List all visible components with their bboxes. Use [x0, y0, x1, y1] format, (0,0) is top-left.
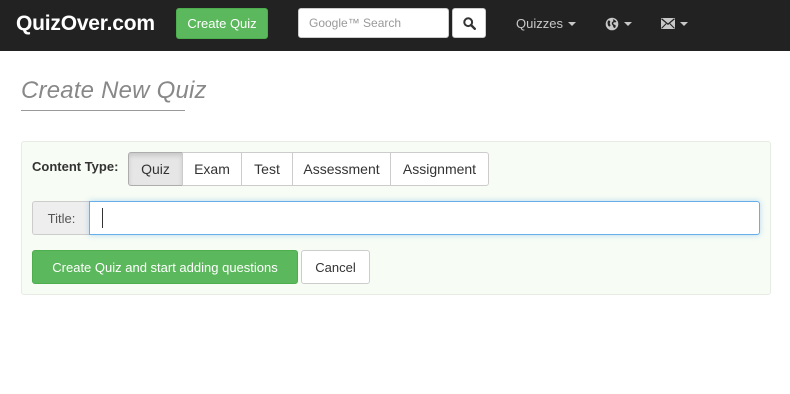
content-type-selector: Quiz Exam Test Assessment Assignment: [128, 152, 489, 186]
caret-down-icon: [624, 22, 632, 26]
top-navbar: QuizOver.com Create Quiz Quizzes: [0, 0, 790, 51]
content-type-assignment[interactable]: Assignment: [390, 152, 489, 186]
globe-icon: [605, 17, 619, 31]
title-input-addon: Title:: [32, 201, 90, 235]
title-underline: [21, 110, 185, 111]
content-type-assessment[interactable]: Assessment: [292, 152, 391, 186]
messages-menu[interactable]: [661, 18, 688, 29]
page-title: Create New Quiz: [21, 77, 207, 104]
content-type-label: Content Type:: [32, 159, 119, 174]
content-type-quiz[interactable]: Quiz: [128, 152, 183, 186]
caret-down-icon: [680, 21, 688, 26]
content-type-exam[interactable]: Exam: [182, 152, 242, 186]
create-quiz-nav-button[interactable]: Create Quiz: [176, 8, 268, 39]
quizzes-menu-label: Quizzes: [516, 16, 563, 31]
search-input[interactable]: [298, 8, 449, 38]
title-input[interactable]: [89, 201, 760, 235]
cancel-button[interactable]: Cancel: [301, 250, 370, 284]
content-type-test[interactable]: Test: [241, 152, 293, 186]
search-button[interactable]: [452, 8, 486, 38]
search-icon: [462, 16, 476, 30]
caret-down-icon: [567, 21, 576, 26]
create-quiz-submit-button[interactable]: Create Quiz and start adding questions: [32, 250, 298, 284]
brand-logo[interactable]: QuizOver.com: [16, 12, 155, 36]
envelope-icon: [661, 18, 675, 29]
language-menu[interactable]: [605, 17, 632, 31]
quizzes-menu[interactable]: Quizzes: [516, 16, 576, 31]
text-cursor: [102, 208, 103, 228]
